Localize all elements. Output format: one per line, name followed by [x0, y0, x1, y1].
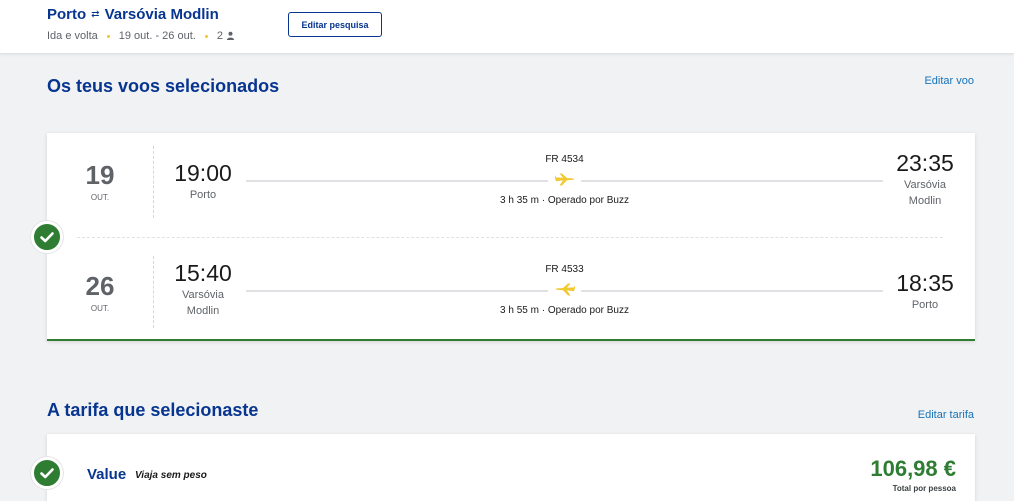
flight-number: FR 4534: [545, 154, 584, 165]
arrival-info: 18:35 Porto: [875, 270, 975, 313]
trip-dates: 19 out. - 26 out.: [118, 30, 196, 42]
plane-icon: [556, 283, 575, 296]
person-icon: [226, 31, 235, 42]
flight-path: [246, 283, 883, 298]
arrival-time: 18:35: [896, 270, 954, 296]
date-divider: [153, 146, 154, 218]
departure-time: 19:00: [174, 160, 232, 186]
flights-selected-check-icon: [31, 221, 63, 253]
selected-flights-card: 19 OUT. 19:00 Porto FR 4534 3 h 35 m · O…: [47, 133, 975, 341]
selected-fare-card: Value Viaja sem peso 106,98 € Total por …: [47, 434, 975, 501]
flight-leg-return: 26 OUT. 15:40 Varsóvia Modlin FR 4533 3 …: [47, 256, 975, 328]
flight-leg-outbound: 19 OUT. 19:00 Porto FR 4534 3 h 35 m · O…: [47, 146, 975, 218]
destination-city: Varsóvia Modlin: [104, 6, 219, 23]
flight-duration: 3 h 55 m · Operado por Buzz: [500, 305, 629, 316]
flight-day: 19: [85, 160, 115, 190]
flight-number: FR 4533: [545, 264, 584, 275]
flight-month: OUT.: [90, 304, 110, 313]
departure-info: 19:00 Porto: [163, 160, 243, 203]
flight-month: OUT.: [90, 193, 110, 202]
round-trip-arrows-icon: ⇄: [91, 9, 100, 20]
departure-time: 15:40: [174, 260, 232, 286]
arrival-time: 23:35: [896, 150, 954, 176]
flight-duration: 3 h 35 m · Operado por Buzz: [500, 195, 629, 206]
edit-fare-link[interactable]: Editar tarifa: [918, 409, 974, 421]
path-line: [246, 290, 548, 292]
search-meta: Ida e volta 19 out. - 26 out. 2: [47, 30, 235, 42]
path-line: [246, 180, 548, 182]
edit-flight-link[interactable]: Editar voo: [924, 75, 974, 87]
passenger-count: 2: [216, 30, 223, 42]
edit-search-button[interactable]: Editar pesquisa: [288, 12, 382, 37]
fare-price: 106,98 €: [870, 456, 956, 481]
selected-flights-title: Os teus voos selecionados: [47, 76, 280, 96]
leg-separator: [77, 237, 943, 238]
search-summary-bar: Porto ⇄ Varsóvia Modlin Ida e volta 19 o…: [0, 0, 1014, 54]
fare-name: Value: [87, 466, 127, 483]
trip-type: Ida e volta: [47, 30, 98, 42]
fare-price-label: Total por pessoa: [892, 484, 956, 493]
arrival-city: Porto: [911, 299, 939, 311]
plane-icon: [555, 173, 574, 186]
fare-selected-check-icon: [31, 457, 63, 489]
path-line: [581, 290, 883, 292]
fare-description: Viaja sem peso: [135, 470, 207, 481]
departure-city: Porto: [189, 189, 217, 201]
arrival-info: 23:35 Varsóvia Modlin: [875, 150, 975, 209]
route-title: Porto ⇄ Varsóvia Modlin: [47, 6, 219, 23]
flight-date: 26 OUT.: [67, 271, 133, 313]
departure-city: Varsóvia Modlin: [182, 289, 224, 317]
arrival-city: Varsóvia Modlin: [904, 179, 946, 207]
departure-info: 15:40 Varsóvia Modlin: [163, 260, 243, 319]
flight-path: [246, 173, 883, 188]
path-line: [581, 180, 883, 182]
flight-day: 26: [85, 271, 115, 301]
selected-fare-title: A tarifa que selecionaste: [47, 400, 259, 420]
date-divider: [153, 256, 154, 328]
separator-dot: [204, 34, 208, 38]
separator-dot: [106, 34, 110, 38]
origin-city: Porto: [47, 6, 87, 23]
flight-date: 19 OUT.: [67, 160, 133, 202]
